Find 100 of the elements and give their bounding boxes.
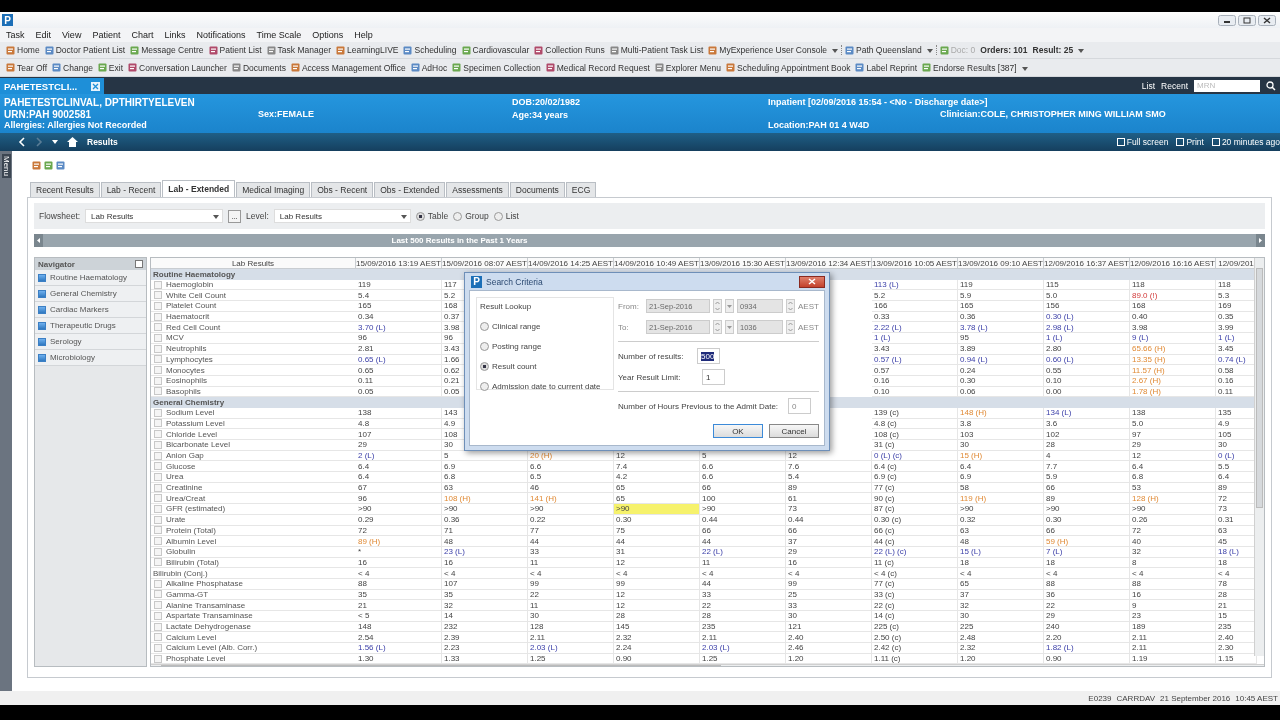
checkbox[interactable]	[154, 280, 162, 289]
input-field[interactable]: 500	[697, 348, 720, 364]
spinner-icon[interactable]	[786, 299, 795, 313]
navigator-item[interactable]: General Chemistry	[35, 286, 146, 302]
close-button[interactable]	[799, 275, 825, 288]
navigator-item[interactable]: Routine Haematology	[35, 270, 146, 286]
checkbox[interactable]	[154, 483, 162, 492]
toolbar-button[interactable]: Orders: 101	[980, 45, 1028, 55]
checkbox[interactable]	[154, 633, 162, 642]
toolbar-button[interactable]: Cardiovascular	[461, 45, 530, 55]
toolbar-button[interactable]: MyExperience User Console	[708, 45, 827, 55]
checkbox[interactable]	[154, 558, 162, 567]
checkbox[interactable]	[154, 291, 162, 300]
back-icon[interactable]	[18, 137, 26, 147]
flowsheet-dropdown[interactable]: Lab Results	[85, 209, 224, 223]
menu-item[interactable]: Chart	[131, 30, 154, 40]
toolbar-button[interactable]: Specimen Collection	[452, 62, 541, 73]
toolbar-button[interactable]: Doctor Patient List	[44, 45, 126, 55]
toolbar-button[interactable]: LearningLIVE	[335, 45, 399, 55]
caret-icon[interactable]	[213, 212, 220, 220]
checkbox[interactable]	[154, 504, 162, 513]
spinner-icon[interactable]	[713, 320, 722, 334]
caret-icon[interactable]	[52, 139, 58, 145]
toolbar-button[interactable]: Collection Runs	[534, 45, 605, 55]
caret-icon[interactable]	[1078, 46, 1085, 54]
checkbox[interactable]	[154, 494, 162, 503]
checkbox[interactable]	[154, 419, 162, 428]
toolbar-button[interactable]: Change	[52, 62, 93, 73]
menu-item[interactable]: Task	[6, 30, 25, 40]
toolbar-button[interactable]: Message Centre	[130, 45, 204, 55]
view-radio[interactable]: Group	[453, 211, 489, 221]
navigator-item[interactable]: Cardiac Markers	[35, 302, 146, 318]
scroll-left-icon[interactable]	[34, 234, 43, 247]
checkbox[interactable]	[38, 337, 46, 346]
checkbox[interactable]	[154, 643, 162, 652]
checkbox[interactable]	[154, 515, 162, 524]
recent-button[interactable]: Recent	[1161, 80, 1188, 91]
checkbox[interactable]	[154, 323, 162, 332]
menu-item[interactable]: Edit	[35, 30, 52, 40]
home-icon[interactable]	[67, 137, 78, 147]
spinner-icon[interactable]	[713, 299, 722, 313]
navigator-item[interactable]: Serology	[35, 334, 146, 350]
checkbox[interactable]	[154, 526, 162, 535]
toolbar-button[interactable]: Home	[6, 45, 40, 55]
menu-item[interactable]: Time Scale	[256, 30, 302, 40]
input-field[interactable]: 0	[788, 398, 811, 414]
checkbox[interactable]	[38, 289, 46, 298]
checkbox[interactable]	[38, 305, 46, 314]
toolbar-button[interactable]: Medical Record Request	[545, 62, 650, 73]
toolbar-button[interactable]: Explorer Menu	[654, 62, 722, 73]
checkbox[interactable]	[154, 601, 162, 610]
caret-icon[interactable]	[832, 46, 838, 54]
toolbar-button[interactable]: Scheduling Appointment Book	[726, 62, 851, 73]
toolbar-button[interactable]: Result: 25	[1032, 45, 1074, 55]
navigator-item[interactable]: Microbiology	[35, 350, 146, 366]
toolbar-button[interactable]: Path Queensland	[845, 45, 922, 55]
checkbox[interactable]	[38, 353, 46, 362]
tab[interactable]: Assessments	[446, 182, 509, 197]
mrn-field[interactable]: MRN	[1194, 79, 1260, 92]
checkbox[interactable]	[154, 312, 162, 321]
checkbox[interactable]	[154, 408, 162, 417]
checkbox[interactable]	[154, 440, 162, 449]
toolbar-button[interactable]: Access Management Office	[290, 62, 406, 73]
checkbox[interactable]	[154, 547, 162, 556]
nav-action[interactable]: Print	[1176, 137, 1204, 147]
menu-item[interactable]: View	[62, 30, 82, 40]
tab[interactable]: Obs - Recent	[311, 182, 374, 197]
level-dropdown[interactable]: Lab Results	[273, 209, 411, 223]
toolbar-button[interactable]: Endorse Results [387]	[922, 62, 1017, 73]
minimize-icon[interactable]	[1218, 14, 1236, 26]
menu-tab[interactable]: Menu	[1, 154, 11, 178]
toolbar-button[interactable]: AdHoc	[410, 62, 448, 73]
toolbar-button[interactable]: Task Manager	[266, 45, 331, 55]
input-field[interactable]: 1	[702, 369, 725, 385]
view-radio[interactable]: Table	[415, 211, 449, 221]
checkbox[interactable]	[38, 273, 46, 282]
menu-item[interactable]: Links	[164, 30, 186, 40]
checkbox[interactable]	[154, 430, 162, 439]
patient-tab[interactable]: PAHETESTCLI...	[0, 78, 104, 94]
menu-item[interactable]: Options	[312, 30, 344, 40]
forward-icon[interactable]	[35, 137, 43, 147]
toolbar-button[interactable]: Scheduling	[403, 45, 457, 55]
menu-item[interactable]: Help	[354, 30, 373, 40]
menu-item[interactable]: Notifications	[196, 30, 246, 40]
navigator-item[interactable]: Therapeutic Drugs	[35, 318, 146, 334]
toolbar-button[interactable]: Patient List	[208, 45, 262, 55]
checkbox[interactable]	[154, 355, 162, 364]
tab[interactable]: Documents	[509, 182, 565, 197]
ok-button[interactable]: OK	[712, 424, 763, 438]
toolbar-button[interactable]: Documents	[231, 62, 286, 73]
toolbar-button[interactable]: Tear Off	[6, 62, 48, 73]
tab[interactable]: Lab - Extended	[162, 180, 236, 197]
checkbox[interactable]	[154, 579, 162, 588]
checkbox[interactable]	[154, 344, 162, 353]
view-radio[interactable]: List	[493, 211, 519, 221]
checkbox[interactable]	[154, 301, 162, 310]
toolbar-button[interactable]: Exit	[97, 62, 124, 73]
tab[interactable]: Recent Results	[30, 182, 100, 197]
tab[interactable]: Lab - Recent	[100, 182, 162, 197]
nav-action[interactable]: Full screen	[1116, 137, 1169, 147]
